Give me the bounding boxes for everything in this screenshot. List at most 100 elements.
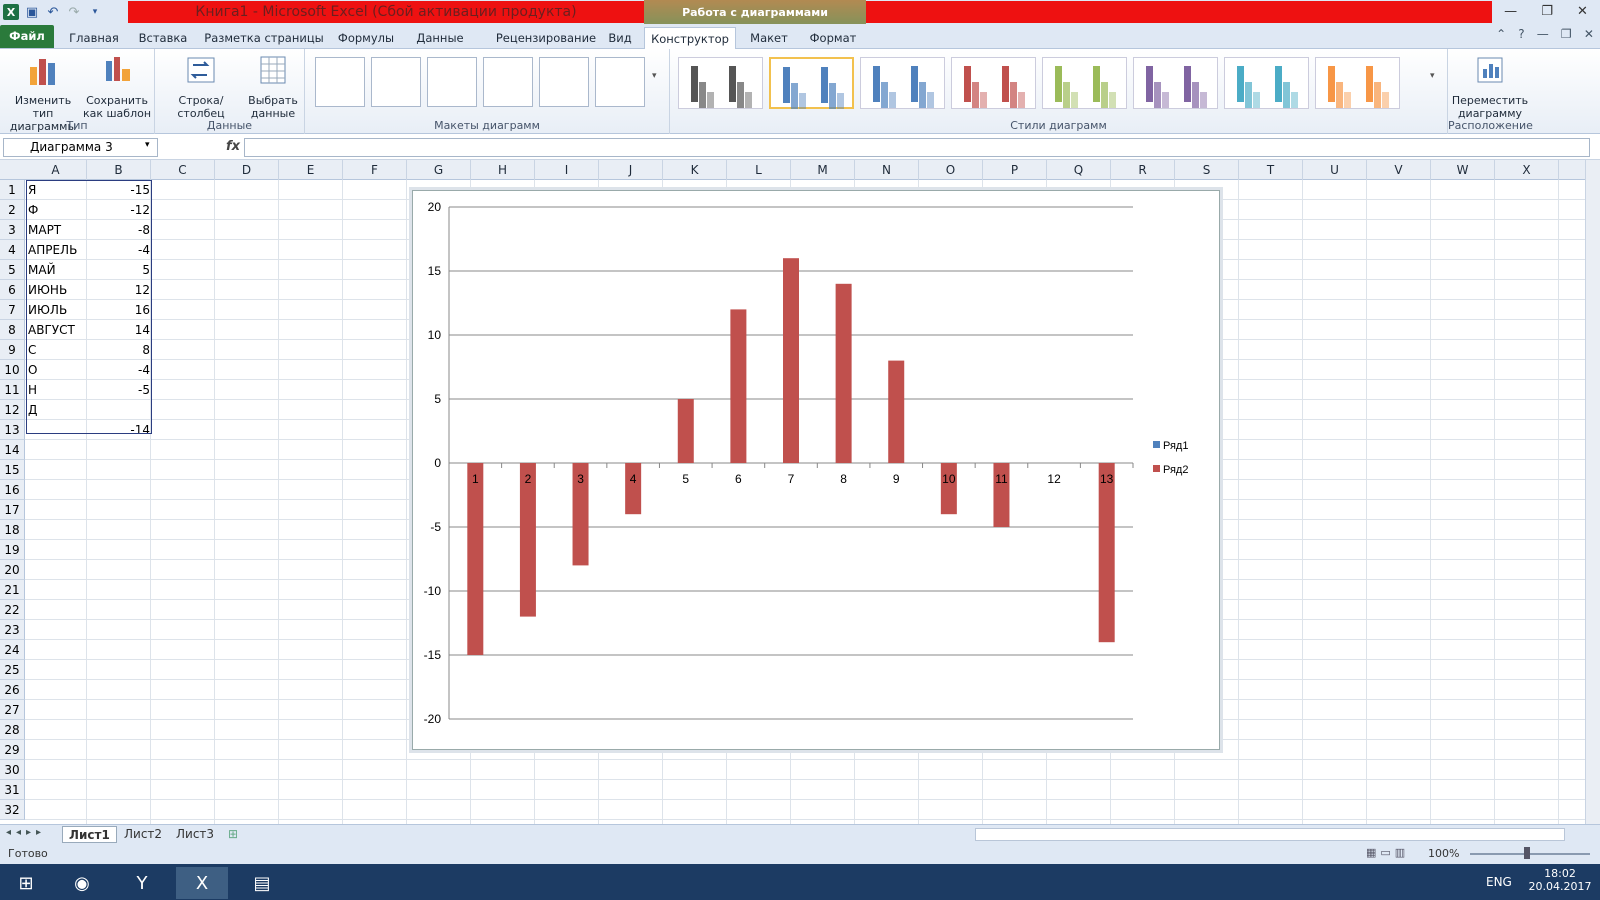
cell-b[interactable]: -15: [88, 180, 152, 200]
redo-icon[interactable]: ↷: [66, 4, 82, 20]
tab-home[interactable]: Главная: [62, 27, 126, 49]
cell-a[interactable]: Ф: [26, 200, 88, 220]
horizontal-scrollbar[interactable]: [975, 828, 1565, 841]
save-icon[interactable]: ▣: [24, 4, 40, 20]
row-header[interactable]: 15: [0, 460, 25, 480]
column-header[interactable]: N: [855, 160, 919, 180]
column-header[interactable]: T: [1239, 160, 1303, 180]
sheet-nav-arrows[interactable]: ◂◂▸▸: [6, 827, 46, 838]
layout-thumb-5[interactable]: [539, 57, 589, 107]
tab-page-layout[interactable]: Разметка страницы: [204, 27, 324, 49]
column-header[interactable]: P: [983, 160, 1047, 180]
cell-b[interactable]: 12: [88, 280, 152, 300]
cell-a[interactable]: МАРТ: [26, 220, 88, 240]
row-header[interactable]: 17: [0, 500, 25, 520]
row-header[interactable]: 16: [0, 480, 25, 500]
row-header[interactable]: 24: [0, 640, 25, 660]
cell-b[interactable]: -5: [88, 380, 152, 400]
row-header[interactable]: 9: [0, 340, 25, 360]
column-header[interactable]: H: [471, 160, 535, 180]
cell-b[interactable]: -4: [88, 360, 152, 380]
cell-b[interactable]: -8: [88, 220, 152, 240]
row-header[interactable]: 5: [0, 260, 25, 280]
cell-a[interactable]: АВГУСТ: [26, 320, 88, 340]
name-box-dropdown-icon[interactable]: ▾: [145, 140, 150, 150]
collapse-ribbon-icon[interactable]: ⌃: [1496, 27, 1506, 45]
column-header[interactable]: Q: [1047, 160, 1111, 180]
chart-object[interactable]: 20 15 10 5 0 -5 -10 -15 -20 1 2 3 4 5 6 7 8 9 10 11 12 13 Ряд1…: [412, 190, 1220, 750]
cell-a[interactable]: МАЙ: [26, 260, 88, 280]
excel-taskbar-icon[interactable]: X: [176, 867, 228, 899]
row-header[interactable]: 22: [0, 600, 25, 620]
row-header[interactable]: 28: [0, 720, 25, 740]
chart-style-thumb[interactable]: [1315, 57, 1400, 109]
cell-a[interactable]: ИЮЛЬ: [26, 300, 88, 320]
row-header[interactable]: 30: [0, 760, 25, 780]
cell-b[interactable]: -4: [88, 240, 152, 260]
doc-close-icon[interactable]: ✕: [1584, 27, 1594, 45]
cell-b[interactable]: 16: [88, 300, 152, 320]
column-header[interactable]: K: [663, 160, 727, 180]
zoom-slider-thumb[interactable]: [1524, 847, 1530, 859]
help-icon[interactable]: ?: [1518, 27, 1524, 45]
column-header[interactable]: D: [215, 160, 279, 180]
vertical-scrollbar[interactable]: [1585, 160, 1600, 824]
cell-a[interactable]: АПРЕЛЬ: [26, 240, 88, 260]
clock[interactable]: 18:02 20.04.2017: [1528, 867, 1592, 893]
layout-thumb-3[interactable]: [427, 57, 477, 107]
tab-data[interactable]: Данные: [408, 27, 472, 49]
row-header[interactable]: 13: [0, 420, 25, 440]
row-header[interactable]: 19: [0, 540, 25, 560]
move-chart-button[interactable]: Переместить диаграмму: [1450, 53, 1530, 120]
close-button[interactable]: ✕: [1577, 4, 1588, 19]
column-header[interactable]: X: [1495, 160, 1559, 180]
layout-thumb-4[interactable]: [483, 57, 533, 107]
chart-style-thumb[interactable]: [951, 57, 1036, 109]
column-header[interactable]: C: [151, 160, 215, 180]
zoom-slider[interactable]: [1470, 853, 1590, 855]
select-data-button[interactable]: Выбрать данные: [245, 53, 301, 120]
column-header[interactable]: U: [1303, 160, 1367, 180]
restore-button[interactable]: ❐: [1541, 4, 1553, 19]
tab-review[interactable]: Рецензирование: [482, 27, 610, 49]
layouts-more-icon[interactable]: ▾: [652, 71, 657, 81]
column-header[interactable]: O: [919, 160, 983, 180]
save-as-template-button[interactable]: Сохранить как шаблон: [82, 53, 152, 120]
layout-thumb-1[interactable]: [315, 57, 365, 107]
cell-a[interactable]: С: [26, 340, 88, 360]
column-header[interactable]: G: [407, 160, 471, 180]
row-header[interactable]: 11: [0, 380, 25, 400]
row-header[interactable]: 12: [0, 400, 25, 420]
row-header[interactable]: 7: [0, 300, 25, 320]
row-header[interactable]: 3: [0, 220, 25, 240]
cell-b[interactable]: -14: [88, 420, 152, 440]
cell-a[interactable]: [26, 420, 88, 440]
column-header[interactable]: A: [25, 160, 87, 180]
column-header[interactable]: L: [727, 160, 791, 180]
doc-restore-icon[interactable]: ❐: [1561, 27, 1572, 45]
tab-layout[interactable]: Макет: [742, 27, 796, 49]
styles-more-icon[interactable]: ▾: [1430, 71, 1435, 81]
row-header[interactable]: 2: [0, 200, 25, 220]
cell-a[interactable]: Д: [26, 400, 88, 420]
cell-a[interactable]: О: [26, 360, 88, 380]
column-header[interactable]: R: [1111, 160, 1175, 180]
row-header[interactable]: 27: [0, 700, 25, 720]
tab-insert[interactable]: Вставка: [130, 27, 196, 49]
tab-view[interactable]: Вид: [600, 27, 640, 49]
column-header[interactable]: I: [535, 160, 599, 180]
row-header[interactable]: 32: [0, 800, 25, 820]
sheet-tab-1[interactable]: Лист1: [62, 826, 117, 843]
switch-row-column-button[interactable]: Строка/столбец: [157, 53, 245, 120]
chart-style-thumb[interactable]: [1133, 57, 1218, 109]
minimize-button[interactable]: —: [1504, 4, 1517, 19]
row-header[interactable]: 18: [0, 520, 25, 540]
chart-style-thumb[interactable]: [1042, 57, 1127, 109]
row-header[interactable]: 21: [0, 580, 25, 600]
row-header[interactable]: 8: [0, 320, 25, 340]
zoom-level[interactable]: 100%: [1428, 847, 1459, 860]
column-header[interactable]: J: [599, 160, 663, 180]
cell-b[interactable]: 14: [88, 320, 152, 340]
cell-b[interactable]: 5: [88, 260, 152, 280]
tab-format[interactable]: Формат: [804, 27, 862, 49]
